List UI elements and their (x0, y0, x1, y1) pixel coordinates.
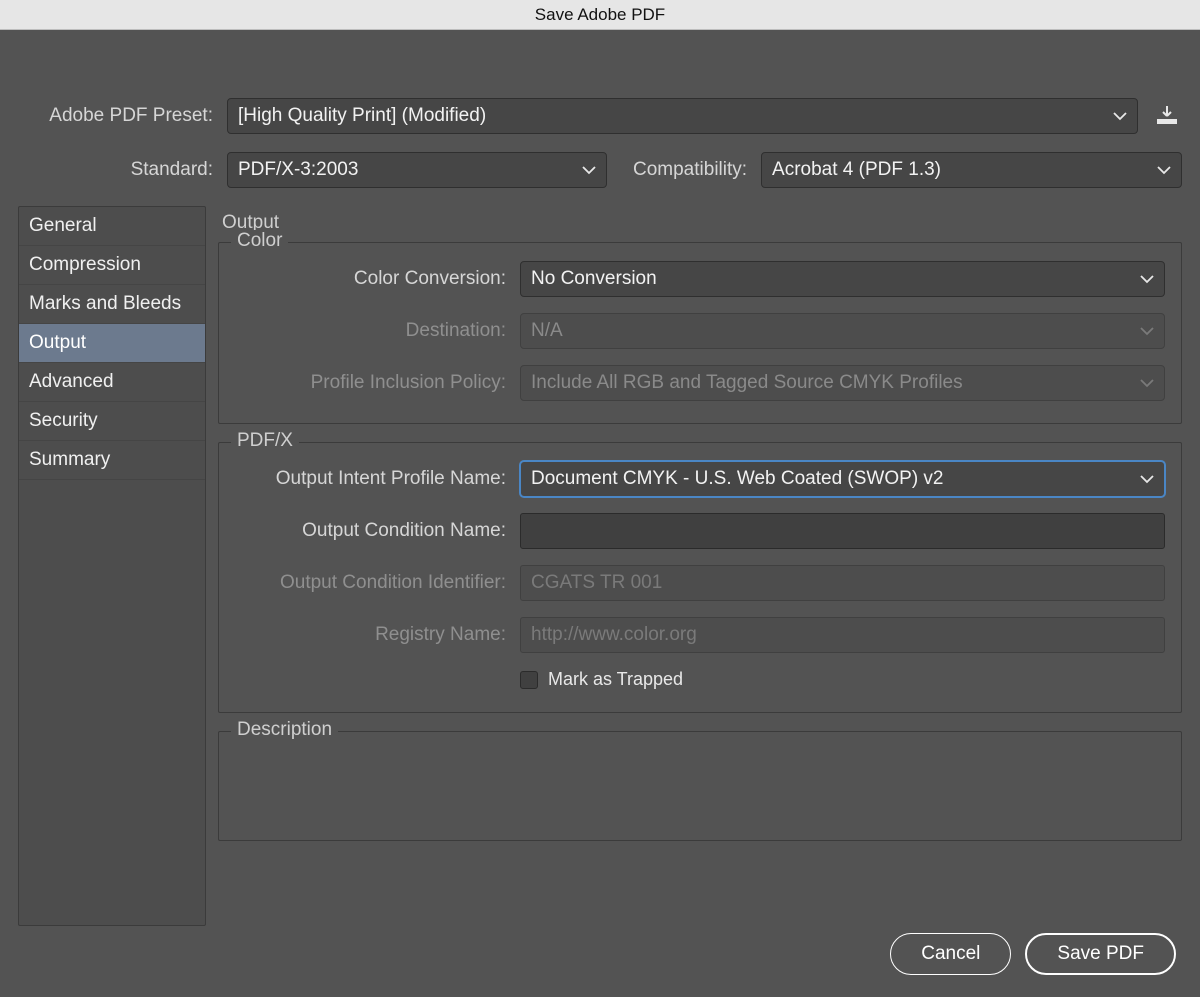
mark-as-trapped-checkbox[interactable] (520, 671, 538, 689)
sidebar-item-compression[interactable]: Compression (19, 246, 205, 285)
pdfx-legend: PDF/X (231, 430, 299, 452)
chevron-down-icon (1140, 274, 1154, 284)
standard-value: PDF/X-3:2003 (238, 159, 358, 181)
color-conversion-dropdown[interactable]: No Conversion (520, 261, 1165, 297)
standard-dropdown[interactable]: PDF/X-3:2003 (227, 152, 607, 188)
sidebar-item-summary[interactable]: Summary (19, 441, 205, 480)
color-conversion-label: Color Conversion: (235, 268, 520, 290)
chevron-down-icon (1157, 165, 1171, 175)
description-legend: Description (231, 719, 338, 741)
destination-dropdown: N/A (520, 313, 1165, 349)
output-intent-value: Document CMYK - U.S. Web Coated (SWOP) v… (531, 468, 944, 490)
preset-value: [High Quality Print] (Modified) (238, 105, 486, 127)
destination-value: N/A (531, 320, 563, 342)
cancel-button[interactable]: Cancel (890, 933, 1011, 975)
registry-name-label: Registry Name: (235, 624, 520, 646)
destination-label: Destination: (235, 320, 520, 342)
registry-name-input (520, 617, 1165, 653)
preset-label: Adobe PDF Preset: (18, 105, 213, 127)
output-condition-name-label: Output Condition Name: (235, 520, 520, 542)
mark-as-trapped-label: Mark as Trapped (548, 669, 683, 690)
sidebar-item-marks-bleeds[interactable]: Marks and Bleeds (19, 285, 205, 324)
compatibility-dropdown[interactable]: Acrobat 4 (PDF 1.3) (761, 152, 1182, 188)
color-conversion-value: No Conversion (531, 268, 657, 290)
sidebar-item-output[interactable]: Output (19, 324, 205, 363)
save-pdf-button[interactable]: Save PDF (1025, 933, 1176, 975)
profile-inclusion-label: Profile Inclusion Policy: (235, 372, 520, 394)
chevron-down-icon (1140, 474, 1154, 484)
save-preset-icon[interactable] (1152, 101, 1182, 131)
preset-dropdown[interactable]: [High Quality Print] (Modified) (227, 98, 1138, 134)
output-condition-name-input[interactable] (520, 513, 1165, 549)
output-intent-label: Output Intent Profile Name: (235, 468, 520, 490)
profile-inclusion-value: Include All RGB and Tagged Source CMYK P… (531, 372, 963, 394)
color-legend: Color (231, 230, 288, 252)
sidebar-item-security[interactable]: Security (19, 402, 205, 441)
sidebar-item-general[interactable]: General (19, 207, 205, 246)
chevron-down-icon (582, 165, 596, 175)
compatibility-value: Acrobat 4 (PDF 1.3) (772, 159, 941, 181)
output-intent-dropdown[interactable]: Document CMYK - U.S. Web Coated (SWOP) v… (520, 461, 1165, 497)
panel-title: Output (218, 206, 1182, 242)
compatibility-label: Compatibility: (621, 159, 747, 181)
sidebar-item-advanced[interactable]: Advanced (19, 363, 205, 402)
output-condition-id-input (520, 565, 1165, 601)
output-condition-id-label: Output Condition Identifier: (235, 572, 520, 594)
chevron-down-icon (1140, 378, 1154, 388)
chevron-down-icon (1140, 326, 1154, 336)
profile-inclusion-dropdown: Include All RGB and Tagged Source CMYK P… (520, 365, 1165, 401)
window-title: Save Adobe PDF (0, 0, 1200, 30)
chevron-down-icon (1113, 111, 1127, 121)
standard-label: Standard: (18, 159, 213, 181)
category-sidebar: General Compression Marks and Bleeds Out… (18, 206, 206, 926)
